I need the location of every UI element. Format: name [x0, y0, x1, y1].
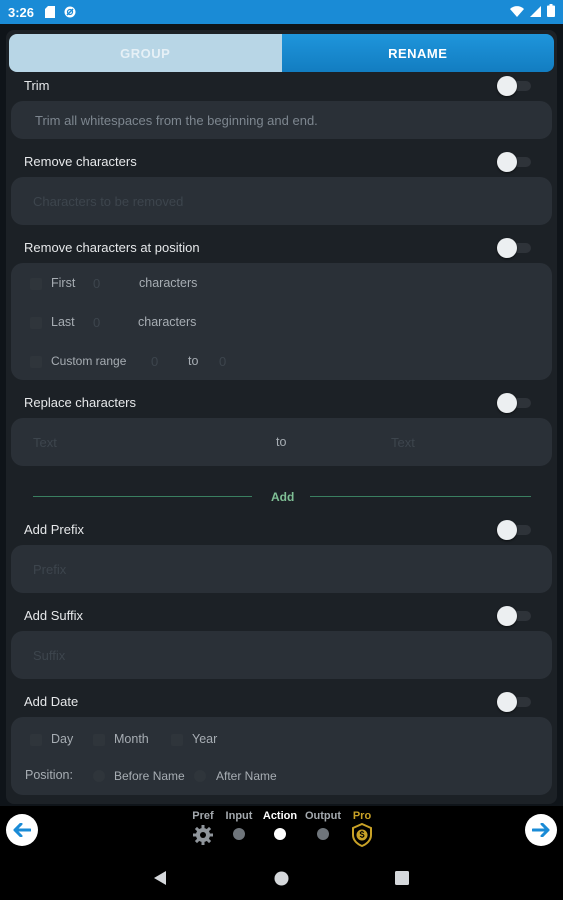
after-name-label: After Name [216, 769, 277, 783]
last-label: Last [51, 315, 75, 329]
remove-characters-toggle[interactable] [497, 152, 533, 172]
range-to-input[interactable]: 0 [219, 354, 226, 369]
step-input-dot [233, 828, 245, 840]
next-button[interactable] [525, 814, 557, 846]
add-prefix-card: Prefix [11, 545, 552, 593]
add-prefix-toggle[interactable] [497, 520, 533, 540]
step-pref[interactable]: Pref [190, 810, 216, 846]
step-output-dot [317, 828, 329, 840]
add-date-title: Add Date [24, 694, 79, 709]
year-checkbox[interactable] [171, 734, 183, 746]
app-area: GROUP RENAME Trim Trim all whitespaces f… [0, 24, 563, 806]
before-name-radio[interactable] [93, 770, 105, 782]
sync-disabled-icon [64, 6, 76, 18]
replace-characters-card: Text to Text [11, 418, 552, 466]
year-label: Year [192, 732, 218, 746]
first-checkbox[interactable] [30, 278, 42, 290]
trim-toggle[interactable] [497, 76, 533, 96]
replace-to-input[interactable]: Text [391, 435, 415, 450]
tab-group[interactable]: GROUP [9, 34, 282, 72]
trim-title: Trim [24, 78, 50, 93]
add-suffix-title: Add Suffix [24, 608, 84, 623]
remove-characters-title: Remove characters [24, 154, 137, 169]
back-button[interactable] [6, 814, 38, 846]
custom-range-label: Custom range [51, 354, 127, 368]
remove-at-position-toggle[interactable] [497, 238, 533, 258]
add-divider-left [33, 496, 252, 497]
dollar-shield-icon [352, 823, 372, 847]
wifi-icon [510, 5, 524, 20]
main-panel: GROUP RENAME Trim Trim all whitespaces f… [6, 30, 557, 804]
prefix-input[interactable]: Prefix [33, 562, 66, 577]
range-from-input[interactable]: 0 [151, 354, 158, 369]
first-count-input[interactable]: 0 [93, 276, 100, 291]
sd-card-icon [44, 6, 56, 18]
add-date-toggle[interactable] [497, 692, 533, 712]
gear-icon [193, 825, 213, 845]
add-suffix-toggle[interactable] [497, 606, 533, 626]
trim-description: Trim all whitespaces from the beginning … [35, 113, 318, 128]
first-unit: characters [139, 276, 198, 290]
add-suffix-card: Suffix [11, 631, 552, 679]
replace-characters-title: Replace characters [24, 395, 136, 410]
last-checkbox[interactable] [30, 317, 42, 329]
replace-from-input[interactable]: Text [33, 435, 57, 450]
tab-rename[interactable]: RENAME [281, 34, 554, 72]
suffix-input[interactable]: Suffix [33, 648, 65, 663]
trim-card: Trim all whitespaces from the beginning … [11, 101, 552, 139]
step-pro[interactable]: Pro [350, 810, 374, 847]
remove-characters-input[interactable]: Characters to be removed [33, 194, 183, 209]
signal-icon [530, 5, 541, 20]
step-output[interactable]: Output [304, 810, 342, 840]
position-label: Position: [25, 768, 73, 782]
status-bar: 3:26 [0, 0, 563, 24]
system-navigation-bar [0, 856, 563, 900]
step-pref-label: Pref [192, 810, 214, 822]
step-navigation: Pref Input Action Output Pro [0, 806, 563, 856]
after-name-radio[interactable] [194, 770, 206, 782]
step-action-label: Action [262, 810, 298, 822]
battery-icon [547, 4, 555, 20]
arrow-right-icon [532, 823, 550, 837]
replace-to-label: to [276, 435, 287, 449]
tab-bar: GROUP RENAME [9, 34, 554, 72]
month-label: Month [114, 732, 149, 746]
remove-at-position-card: First 0 characters Last 0 characters Cus… [11, 263, 552, 380]
step-output-label: Output [304, 810, 342, 822]
remove-at-position-title: Remove characters at position [24, 240, 200, 255]
status-time: 3:26 [8, 4, 35, 20]
day-checkbox[interactable] [30, 734, 42, 746]
step-action[interactable]: Action [262, 810, 298, 840]
add-section-label: Add [271, 490, 295, 504]
last-unit: characters [138, 315, 197, 329]
month-checkbox[interactable] [93, 734, 105, 746]
back-triangle-icon[interactable] [153, 870, 167, 886]
recents-square-icon[interactable] [395, 871, 409, 885]
last-count-input[interactable]: 0 [93, 315, 100, 330]
range-to-label: to [188, 354, 199, 368]
home-circle-icon[interactable] [274, 871, 289, 886]
step-pro-label: Pro [352, 810, 372, 822]
before-name-label: Before Name [114, 769, 185, 783]
first-label: First [51, 276, 76, 290]
remove-characters-card: Characters to be removed [11, 177, 552, 225]
custom-range-checkbox[interactable] [30, 356, 42, 368]
rename-options[interactable]: Trim Trim all whitespaces from the begin… [6, 74, 557, 804]
day-label: Day [51, 732, 74, 746]
add-divider-right [310, 496, 531, 497]
add-date-card: Day Month Year Position: Before Name Aft… [11, 717, 552, 795]
replace-characters-toggle[interactable] [497, 393, 533, 413]
add-prefix-title: Add Prefix [24, 522, 84, 537]
step-input[interactable]: Input [224, 810, 254, 840]
step-action-dot [274, 828, 286, 840]
step-input-label: Input [225, 810, 253, 822]
arrow-left-icon [13, 823, 31, 837]
